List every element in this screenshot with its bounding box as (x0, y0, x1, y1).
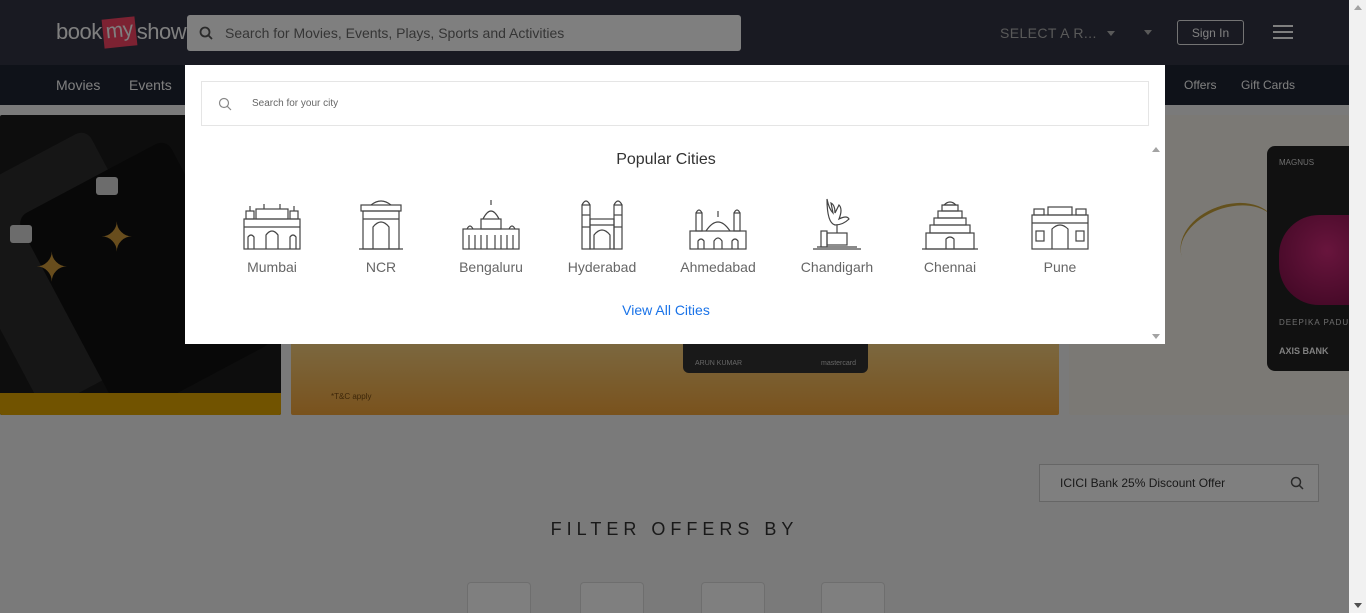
city-selection-modal: Popular Cities M (185, 65, 1165, 344)
city-mumbai[interactable]: Mumbai (217, 195, 327, 275)
mosque-icon (689, 209, 747, 250)
temple-gopuram-icon (922, 201, 978, 250)
offer-search-input[interactable] (1060, 476, 1275, 490)
city-chandigarh[interactable]: Chandigarh (782, 195, 892, 275)
city-name: Chandigarh (800, 259, 874, 275)
popular-cities-list: Mumbai NCR Bengaluru Hyderabad Ahmedabad… (185, 195, 1147, 285)
city-search-box[interactable] (201, 81, 1149, 126)
search-icon (202, 97, 248, 111)
city-ncr[interactable]: NCR (326, 195, 436, 275)
city-pune[interactable]: Pune (1005, 195, 1115, 275)
city-name: Bengaluru (459, 259, 523, 275)
city-chennai[interactable]: Chennai (895, 195, 1005, 275)
city-name: Hyderabad (567, 259, 637, 275)
scroll-down-arrow-icon[interactable] (1354, 603, 1362, 608)
view-all-cities-row: View All Cities (185, 302, 1147, 318)
city-name: Mumbai (247, 259, 297, 275)
view-all-cities-link[interactable]: View All Cities (622, 302, 710, 318)
city-name: Pune (1043, 259, 1077, 275)
city-bengaluru[interactable]: Bengaluru (436, 195, 546, 275)
city-name: NCR (365, 259, 397, 275)
open-hand-monument-icon (813, 198, 861, 250)
scroll-up-arrow-icon[interactable] (1354, 5, 1362, 10)
city-hyderabad[interactable]: Hyderabad (547, 195, 657, 275)
modal-scrollbar[interactable] (1147, 142, 1165, 344)
gateway-of-india-icon (243, 204, 301, 250)
city-name: Ahmedabad (680, 259, 756, 275)
india-gate-icon (359, 200, 403, 250)
popular-cities-title: Popular Cities (616, 151, 716, 168)
offer-search-box[interactable] (1039, 464, 1319, 502)
scroll-up-arrow-icon[interactable] (1152, 147, 1160, 152)
charminar-icon (581, 200, 623, 250)
city-search-input[interactable] (252, 98, 1132, 109)
shaniwar-wada-icon (1031, 206, 1089, 250)
search-icon[interactable] (1290, 476, 1304, 495)
city-ahmedabad[interactable]: Ahmedabad (663, 195, 773, 275)
city-name: Chennai (923, 259, 977, 275)
vidhana-soudha-icon (462, 200, 520, 250)
page-scrollbar[interactable] (1349, 0, 1366, 613)
scroll-down-arrow-icon[interactable] (1152, 334, 1160, 339)
